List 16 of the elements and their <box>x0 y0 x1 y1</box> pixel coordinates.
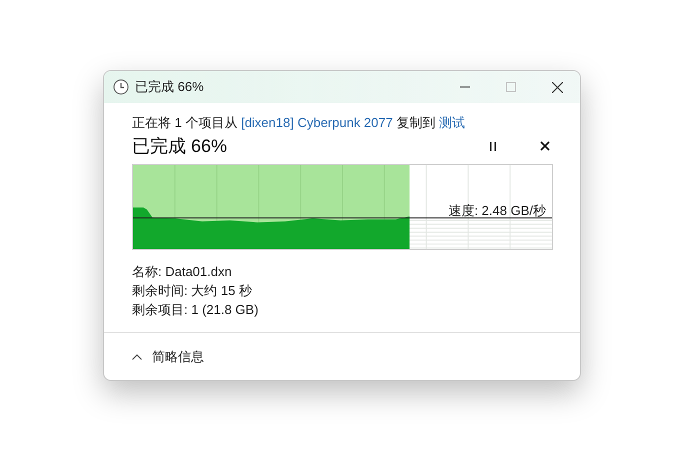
window-title: 已完成 66% <box>135 78 204 96</box>
speed-label: 速度: 2.48 GB/秒 <box>448 202 546 220</box>
detail-line: 名称: Data01.dxn <box>132 263 233 281</box>
maximize-icon <box>506 82 516 92</box>
collapse-details-button[interactable]: 简略信息 <box>132 346 204 366</box>
close-icon <box>540 141 550 151</box>
detail-line: 剩余时间: 大约 15 秒 <box>132 282 253 300</box>
folder-link[interactable]: 测试 <box>439 115 466 130</box>
progress-heading: 已完成 66% <box>132 134 228 158</box>
copy-summary: 正在将 1 个项目从 [dixen18] Cyberpunk 2077 复制到 测试 <box>132 114 466 132</box>
pause-icon <box>489 142 497 150</box>
folder-link[interactable]: [dixen18] Cyberpunk 2077 <box>241 115 393 130</box>
clock-icon <box>113 79 129 95</box>
detail-line: 剩余项目: 1 (21.8 GB) <box>132 301 260 319</box>
minimize-icon <box>460 86 470 88</box>
close-icon <box>552 82 562 92</box>
